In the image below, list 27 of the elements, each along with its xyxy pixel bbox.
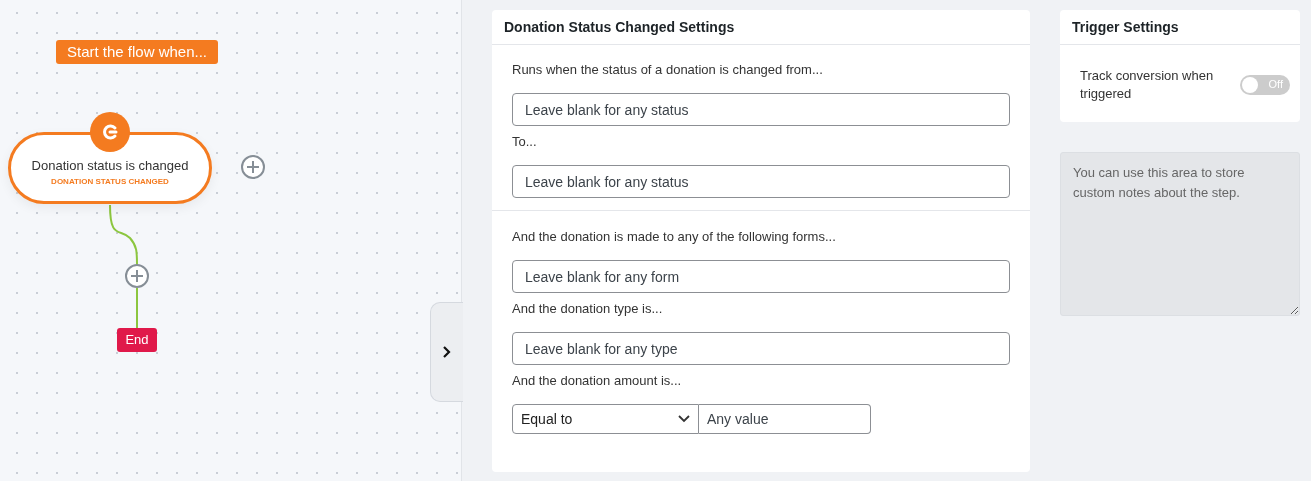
field-label: Runs when the status of a donation is changed from... [512, 61, 824, 79]
add-step-icon[interactable] [241, 155, 265, 179]
amount-field[interactable]: Any value [699, 404, 871, 434]
connector-line [136, 287, 138, 329]
notes-field[interactable]: You can use this area to store custom notes about the step. [1060, 152, 1300, 316]
chevron-right-icon [442, 345, 452, 359]
input-field[interactable]: Leave blank for any status [512, 165, 1010, 198]
card-title: Donation Status Changed Settings [492, 10, 1030, 45]
add-step-icon[interactable] [125, 264, 149, 288]
field-label: And the donation type is... [512, 300, 664, 318]
end-label: End [117, 328, 157, 352]
card-title: Trigger Settings [1060, 10, 1300, 45]
field-label: And the donation amount is... [512, 372, 683, 390]
input-field[interactable]: Leave blank for any status [512, 93, 1010, 126]
field-label: To... [512, 133, 538, 151]
comparison-dropdown[interactable]: Equal to [512, 404, 699, 434]
trigger-node[interactable]: Donation status is changed DONATION STATUS CHANGED [8, 132, 212, 204]
node-subtitle: DONATION STATUS CHANGED [51, 177, 169, 186]
toggle-label: Track conversion when triggered [1080, 67, 1215, 103]
node-title: Donation status is changed [31, 158, 189, 173]
logo-icon [90, 112, 130, 152]
input-field[interactable]: Leave blank for any form [512, 260, 1010, 293]
connector-line [109, 204, 138, 266]
start-label: Start the flow when... [56, 40, 218, 64]
input-field[interactable]: Leave blank for any type [512, 332, 1010, 365]
field-label: And the donation is made to any of the following forms... [512, 228, 837, 246]
chevron-down-icon [678, 415, 690, 423]
